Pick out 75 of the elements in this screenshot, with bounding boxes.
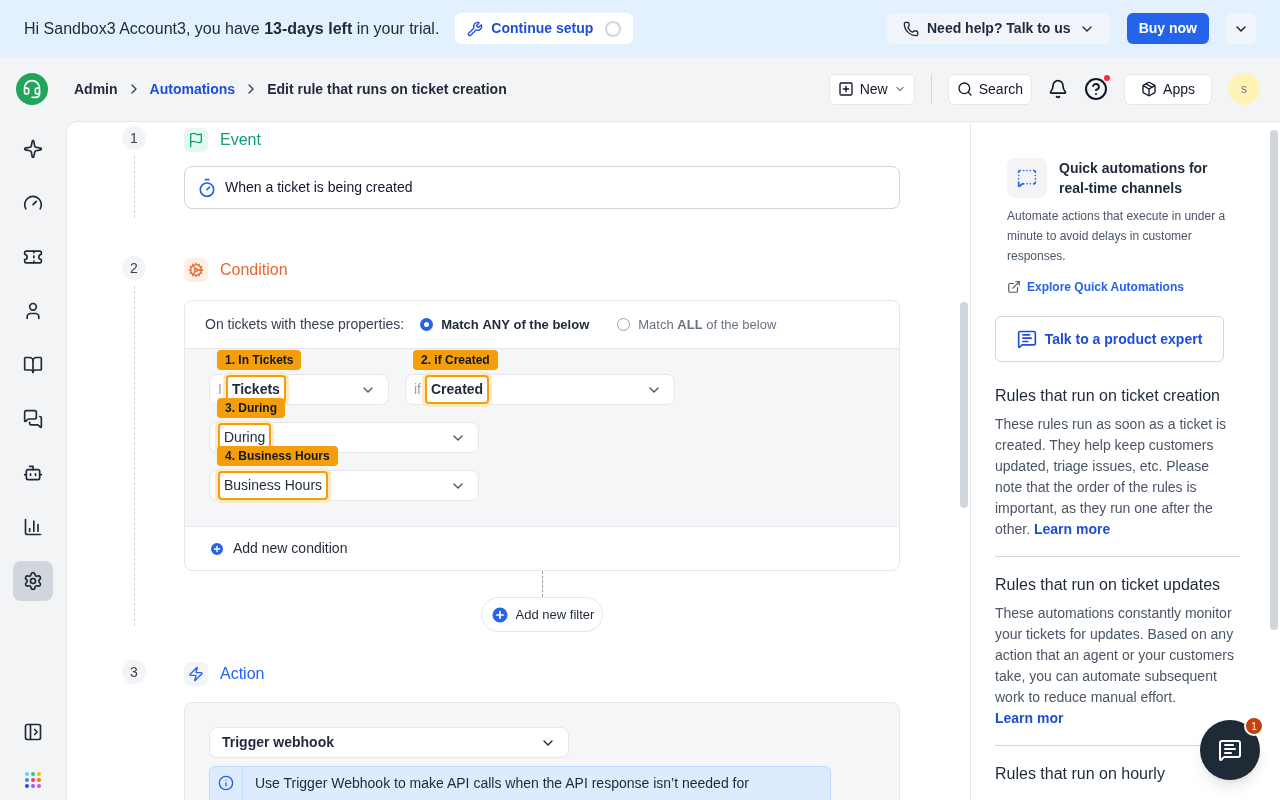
notification-bell-icon[interactable] <box>1048 79 1069 99</box>
chat-icon <box>1218 738 1242 762</box>
apps-button[interactable]: Apps <box>1124 73 1212 105</box>
new-button[interactable]: New <box>828 73 915 105</box>
user-icon <box>23 301 43 321</box>
add-condition-button[interactable]: Add new condition <box>185 526 899 570</box>
buy-now-button[interactable]: Buy now <box>1126 13 1209 44</box>
plus-circle-icon <box>209 540 225 557</box>
explore-link[interactable]: Explore Quick Automations <box>1007 278 1240 296</box>
breadcrumb-link[interactable]: Automations <box>149 78 236 100</box>
plus-circle-icon <box>489 604 510 625</box>
step-tag: 2. if Created <box>413 350 498 370</box>
flag-icon <box>188 132 204 148</box>
quick-automation-text: Automate actions that execute in under a minute to avoid delays in customer responses. <box>1007 208 1227 265</box>
book-icon <box>23 355 43 375</box>
breadcrumb[interactable]: Admin <box>74 78 118 100</box>
lightning-icon <box>188 666 204 682</box>
breadcrumb: Edit rule that runs on ticket creation <box>267 79 507 99</box>
condition-select[interactable]: if Created <box>405 374 675 405</box>
condition-select[interactable]: Business Hours <box>209 470 479 501</box>
search-button[interactable]: Search <box>947 73 1033 105</box>
expand-panel-icon[interactable] <box>23 722 43 742</box>
robot-icon <box>23 463 43 483</box>
step-title: Condition <box>220 260 288 280</box>
section-title: Rules that run on hourly <box>995 764 1166 784</box>
chat-widget-button[interactable]: 1 <box>1200 720 1260 780</box>
sidebar-item[interactable] <box>13 561 53 601</box>
event-trigger-card[interactable]: When a ticket is being created <box>184 166 900 209</box>
progress-ring-icon <box>605 20 622 37</box>
quick-automation-title: Quick automations for real-time channels <box>1059 159 1209 198</box>
chat-icon <box>1016 329 1037 349</box>
step-tag: 3. During <box>217 398 285 418</box>
help-button[interactable]: Need help? Talk to us <box>887 13 1111 44</box>
app-logo-icon <box>16 73 48 105</box>
notification-badge: 1 <box>1244 716 1264 736</box>
external-link-icon <box>1007 280 1021 294</box>
match-radio[interactable]: Match ALL of the below <box>617 314 777 335</box>
continue-setup-button[interactable]: Continue setup <box>455 13 634 44</box>
add-filter-button[interactable]: Add new filter <box>480 597 604 632</box>
step-number: 2 <box>122 256 146 280</box>
stopwatch-icon <box>197 177 217 198</box>
step-tag: 1. In Tickets <box>217 350 302 370</box>
apps-grid-icon[interactable] <box>25 772 41 788</box>
sparkle-icon <box>23 139 43 159</box>
phone-icon <box>903 20 919 37</box>
search-icon <box>956 81 973 97</box>
info-icon <box>218 775 234 791</box>
settings-icon <box>23 571 43 591</box>
help-icon[interactable] <box>1084 77 1109 101</box>
gear-icon <box>188 262 204 278</box>
apps-icon <box>1141 81 1158 97</box>
step-title: Event <box>220 130 261 150</box>
ticket-icon <box>23 247 43 267</box>
step-number: 3 <box>122 660 146 684</box>
banner-menu-button[interactable] <box>1225 13 1256 44</box>
chat-bubbles-icon <box>23 409 43 429</box>
trial-message: Hi Sandbox3 Account3, you have 13-days left in your trial. <box>24 18 440 39</box>
step-number: 1 <box>122 126 146 150</box>
section-title: Rules that run on ticket creation <box>995 386 1221 406</box>
plus-square-icon <box>837 81 854 97</box>
info-text: Use Trigger Webhook to make API calls when the API response isn’t needed for <box>254 774 750 793</box>
step-tag: 4. Business Hours <box>217 446 338 466</box>
properties-label: On tickets with these properties: <box>205 315 405 334</box>
gauge-icon <box>23 193 43 213</box>
match-radio[interactable]: Match ANY of the below <box>420 314 590 335</box>
learn-more-link[interactable]: Learn mor <box>995 710 1064 726</box>
section-text: These rules run as soon as a ticket is created. They help keep customers updated, triage issues, etc. Please note that the order of the rules is important, as they run one after the other. Learn more <box>995 415 1228 539</box>
user-avatar[interactable]: s <box>1228 73 1260 105</box>
bar-chart-icon <box>23 517 43 537</box>
section-title: Rules that run on ticket updates <box>995 575 1222 595</box>
product-expert-button[interactable]: Talk to a product expert <box>995 316 1224 362</box>
learn-more-link[interactable]: Learn more <box>1033 521 1111 537</box>
action-select[interactable]: Trigger webhook <box>209 727 569 758</box>
tools-icon <box>467 20 484 37</box>
step-title: Action <box>220 664 265 684</box>
